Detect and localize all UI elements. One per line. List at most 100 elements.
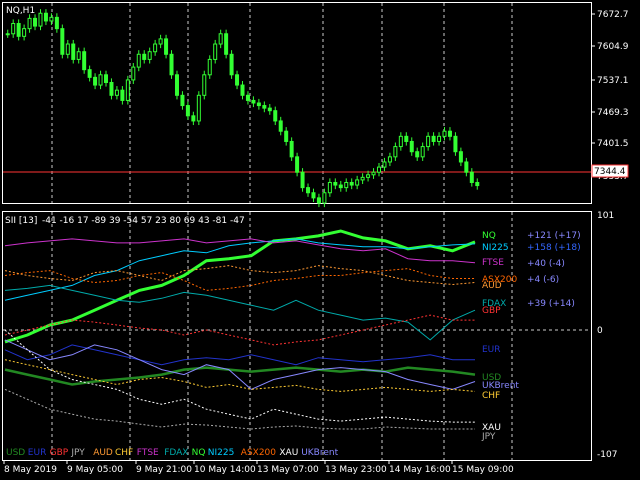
candle-body xyxy=(54,16,59,30)
candle-body xyxy=(82,51,87,71)
indicator-axis-label: 0 xyxy=(597,326,603,336)
indicator-axis-label: 101 xyxy=(597,211,614,221)
candle-body xyxy=(131,66,136,81)
candle-body xyxy=(33,17,38,27)
price-label: 7672.7 xyxy=(597,10,629,20)
end-label-ni225: NI225 xyxy=(482,243,509,253)
candle-body xyxy=(245,94,250,101)
legend-item-eur: EUR xyxy=(28,448,47,458)
candle-body xyxy=(196,94,201,122)
candle-body xyxy=(180,94,185,107)
candle-body xyxy=(426,135,431,148)
candle-body xyxy=(278,120,283,132)
candle-body xyxy=(360,176,365,181)
price-label: 7604.9 xyxy=(597,42,629,52)
candle-body xyxy=(229,53,234,76)
time-label: 13 May 07:00 xyxy=(257,465,319,475)
legend-item-ni225: NI225 xyxy=(208,448,235,458)
candle-body xyxy=(256,102,261,107)
legend-item-jpy: JPY xyxy=(70,448,85,458)
legend-item-gbp: GBP xyxy=(50,448,69,458)
legend-item-nq: NQ xyxy=(192,448,206,458)
candle-body xyxy=(76,51,81,60)
legend-item-usd: USD xyxy=(6,448,25,458)
terminal-chart-window[interactable]: NQ,H1 SII [13] -41 -16 17 -89 39 -54 57 … xyxy=(0,0,640,480)
candle-body xyxy=(437,135,442,142)
price-label: 7537.1 xyxy=(597,76,629,86)
candle-body xyxy=(169,53,174,76)
series-legend: USD EUR GBP JPY AUD CHF FTSE FDAX NQ NI225 ASX200 X… xyxy=(6,448,339,458)
end-value-fdax: +39 (+14) xyxy=(527,299,575,309)
candle-body xyxy=(322,192,327,204)
candle-body xyxy=(300,171,305,189)
candle-body xyxy=(142,53,147,60)
candle-body xyxy=(60,28,65,55)
candle-body xyxy=(306,187,311,194)
indicator-axis-label: -107 xyxy=(597,450,617,460)
price-axis[interactable]: 7672.77604.97537.17469.37401.57333.7 xyxy=(591,10,629,182)
price-label: 7401.5 xyxy=(597,139,629,149)
candle-body xyxy=(11,23,16,35)
end-value-ni225: +158 (+18) xyxy=(527,243,581,253)
candle-body xyxy=(311,192,316,199)
candle-body xyxy=(431,135,436,142)
candle-body xyxy=(409,140,414,153)
candle-body xyxy=(147,51,152,60)
time-label: 9 May 21:00 xyxy=(136,465,192,475)
candle-body xyxy=(224,33,229,55)
candle-body xyxy=(295,156,300,173)
candle-body xyxy=(158,38,163,45)
legend-item-fdax: FDAX xyxy=(164,448,188,458)
end-label-gbp: GBP xyxy=(482,306,501,316)
price-label: 7469.3 xyxy=(597,108,629,118)
end-label-ftse: FTSE xyxy=(482,258,504,268)
candle-body xyxy=(442,130,447,137)
candle-body xyxy=(453,135,458,153)
candle-body xyxy=(16,23,21,37)
time-label: 9 May 05:00 xyxy=(67,465,123,475)
time-label: 8 May 2019 xyxy=(4,465,57,475)
legend-item-ukbrent: UKBrent xyxy=(301,448,338,458)
candle-body xyxy=(387,156,392,163)
candle-body xyxy=(284,130,289,142)
candle-body xyxy=(207,58,212,76)
candle-body xyxy=(218,33,223,45)
time-label: 15 May 09:00 xyxy=(452,465,514,475)
candle-body xyxy=(289,140,294,158)
end-label-nq: NQ xyxy=(482,231,496,241)
end-label-chf: CHF xyxy=(482,391,500,401)
candle-body xyxy=(38,12,43,27)
candle-body xyxy=(235,74,240,86)
current-price-tag: 7344.4 xyxy=(591,164,629,178)
candle-body xyxy=(404,135,409,142)
indicator-axis[interactable]: 101 0 -107 xyxy=(597,211,617,460)
candle-body xyxy=(469,171,474,183)
candle-body xyxy=(98,74,103,86)
candle-body xyxy=(251,99,256,104)
candle-body xyxy=(366,174,371,178)
candle-body xyxy=(333,181,338,186)
candle-body xyxy=(267,107,272,112)
candle-body xyxy=(382,161,387,168)
candle-body xyxy=(475,181,480,187)
candle-body xyxy=(153,43,158,53)
candle-body xyxy=(420,146,425,158)
candle-body xyxy=(65,43,70,55)
end-value-nq: +121 (+17) xyxy=(527,231,581,241)
legend-item-asx200: ASX200 xyxy=(241,448,276,458)
candle-body xyxy=(213,43,218,60)
candle-body xyxy=(93,76,98,86)
candle-body xyxy=(174,74,179,96)
candle-body xyxy=(344,181,349,189)
candle-body xyxy=(371,171,376,176)
candle-body xyxy=(355,179,360,186)
candle-body xyxy=(125,79,130,101)
candle-body xyxy=(376,166,381,173)
candle-body xyxy=(393,146,398,158)
indicator-title: SII [13] xyxy=(5,216,37,226)
candle-body xyxy=(136,53,141,68)
time-axis[interactable]: 8 May 2019 9 May 05:00 9 May 21:00 10 May 1… xyxy=(3,460,514,475)
candle-body xyxy=(202,74,207,96)
candle-body xyxy=(273,110,278,122)
candle-body xyxy=(43,12,48,22)
